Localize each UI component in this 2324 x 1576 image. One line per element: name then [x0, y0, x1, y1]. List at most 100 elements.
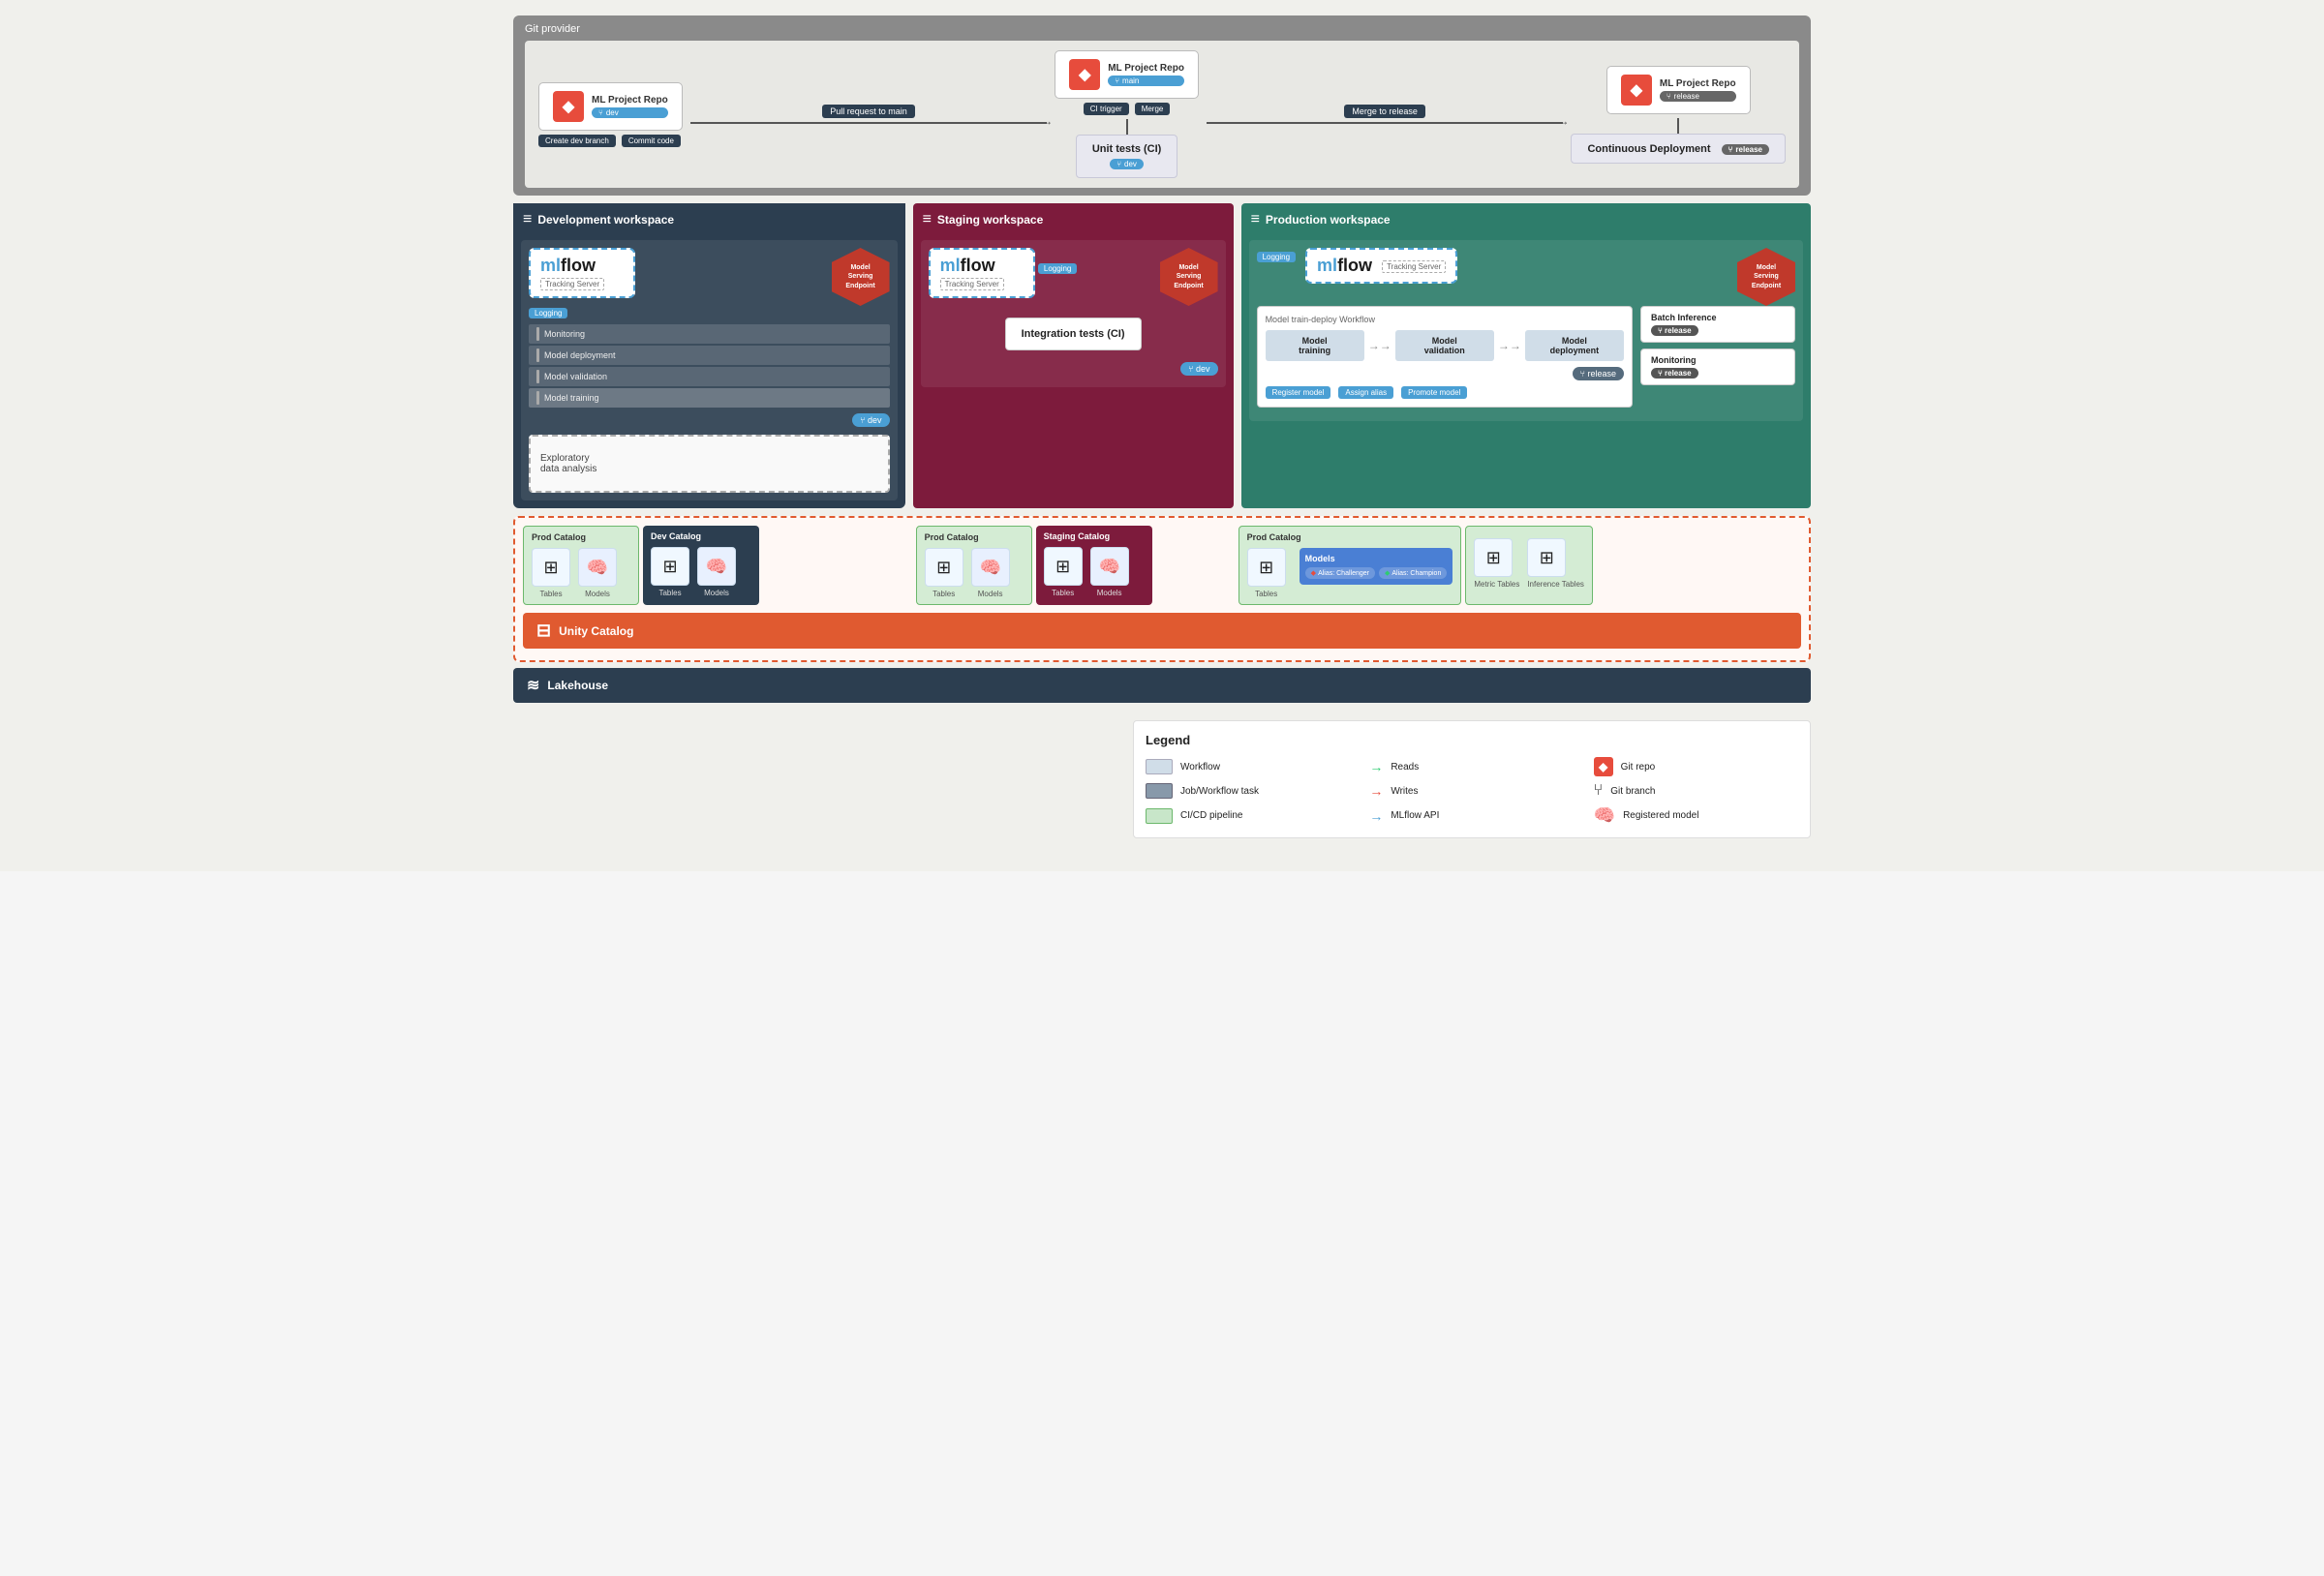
models-special-box: Models ◆ Alias: Challenger ◆ A: [1300, 548, 1453, 585]
legend-job-task-label: Job/Workflow task: [1180, 786, 1259, 797]
prod-extra-catalog: ⊞ Metric Tables ⊞ Inference Tables: [1465, 526, 1593, 605]
prod-catalogs: Prod Catalog ⊞ Tables Models: [1238, 526, 1801, 605]
staging-workspace-icon: ≡: [923, 211, 932, 228]
model-train-deploy-workflow: Model train-deploy Workflow Modeltrainin…: [1257, 306, 1633, 408]
batch-inference-box: Batch Inference ⑂ release: [1640, 306, 1795, 343]
dev-workspace-content: mlflow Tracking Server Logging ModelServ…: [513, 232, 905, 508]
alias-challenger: ◆ Alias: Challenger: [1305, 567, 1375, 579]
legend-git-branch: ⑂ Git branch: [1594, 782, 1798, 800]
prod-metric-tables-icon: ⊞: [1474, 538, 1513, 577]
monitoring-label: Monitoring: [1651, 355, 1697, 365]
staging-prod-models: 🧠 Models: [971, 548, 1010, 598]
staging-staging-models: 🧠 Models: [1090, 547, 1129, 597]
legend-registered-model-label: Registered model: [1623, 810, 1698, 821]
dev-dev-tables-label: Tables: [651, 589, 689, 597]
assign-alias-badge: Assign alias: [1338, 386, 1393, 399]
dev-dev-catalog: Dev Catalog ⊞ Tables 🧠 Models: [643, 526, 759, 605]
batch-inference-branch: ⑂ release: [1651, 325, 1698, 336]
ci-trigger-badges: CI trigger Merge: [1084, 103, 1171, 115]
dev-task-training: Model training: [529, 388, 890, 408]
staging-prod-catalog: Prod Catalog ⊞ Tables 🧠 Models: [916, 526, 1032, 605]
prod-models-special: Models ◆ Alias: Challenger ◆ A: [1300, 548, 1453, 598]
staging-staging-catalog-label: Staging Catalog: [1044, 531, 1145, 541]
staging-mlflow-area: mlflow Tracking Server Logging: [929, 248, 1078, 304]
legend-workflow-label: Workflow: [1180, 762, 1220, 773]
dev-dev-tables-icon: ⊞: [651, 547, 689, 586]
dev-tasks-list: Monitoring Model deployment Model valida…: [529, 324, 890, 408]
git-repo-icon-release: ◆: [1621, 75, 1652, 106]
staging-prod-tables-label: Tables: [925, 590, 963, 598]
staging-workspace-content: mlflow Tracking Server Logging ModelServ…: [913, 232, 1234, 395]
git-repo-icon-main: ◆: [1069, 59, 1100, 90]
staging-prod-catalog-label: Prod Catalog: [925, 532, 1024, 542]
batch-inference-label: Batch Inference: [1651, 313, 1717, 322]
legend-mlflow-api-label: MLflow API: [1391, 810, 1439, 821]
production-workspace: ≡ Production workspace Logging mlflow: [1241, 203, 1811, 508]
catalog-row: Prod Catalog ⊞ Tables 🧠 Models: [523, 526, 1801, 605]
legend-reads-arrow: →: [1369, 759, 1383, 774]
legend-grid: Workflow → Reads ◆ Git repo Job/Workflow…: [1146, 757, 1798, 826]
merge-badge: Merge: [1135, 103, 1171, 115]
prod-prod-catalog: Prod Catalog ⊞ Tables Models: [1238, 526, 1462, 605]
challenger-icon: ◆: [1311, 569, 1316, 577]
legend-cicd: CI/CD pipeline: [1146, 805, 1350, 826]
staging-workspace-label: ≡ Staging workspace: [913, 203, 1234, 232]
staging-prod-catalog-items: ⊞ Tables 🧠 Models: [925, 548, 1024, 598]
continuous-deployment-label: Continuous Deployment: [1587, 143, 1710, 155]
legend-registered-model: 🧠 Registered model: [1594, 805, 1798, 826]
staging-ws-header-row: mlflow Tracking Server Logging ModelServ…: [929, 248, 1218, 306]
production-workspace-inner: Logging mlflow Tracking Server ModelServ…: [1249, 240, 1803, 421]
legend-cicd-box: [1146, 808, 1173, 824]
production-workspace-label: ≡ Production workspace: [1241, 203, 1811, 232]
dev-dev-catalog-items: ⊞ Tables 🧠 Models: [651, 547, 751, 597]
dev-prod-models-label: Models: [578, 590, 617, 598]
prod-ws-header-row: Logging mlflow Tracking Server ModelServ…: [1257, 248, 1795, 306]
legend-git-repo: ◆ Git repo: [1594, 757, 1798, 776]
staging-workspace-inner: mlflow Tracking Server Logging ModelServ…: [921, 240, 1226, 387]
register-model-badge: Register model: [1266, 386, 1331, 399]
models-alias-row: ◆ Alias: Challenger ◆ Alias: Champion: [1305, 567, 1448, 579]
merge-release-badge: Merge to release: [1344, 105, 1425, 118]
workspaces-container: ≡ Development workspace mlflow Tracking: [513, 203, 1811, 508]
unity-catalog-icon: ⊟: [536, 621, 551, 641]
production-workspace-content: Logging mlflow Tracking Server ModelServ…: [1241, 232, 1811, 429]
staging-staging-tables-icon: ⊞: [1044, 547, 1083, 586]
dev-prod-tables-icon: ⊞: [532, 548, 570, 587]
staging-staging-models-label: Models: [1090, 589, 1129, 597]
legend-git-repo-icon: ◆: [1594, 757, 1613, 776]
workflow-arrow-1: →→: [1368, 339, 1391, 352]
create-dev-branch-badge: Create dev branch: [538, 135, 616, 147]
prod-prod-catalog-label: Prod Catalog: [1247, 532, 1453, 542]
monitoring-box: Monitoring ⑂ release: [1640, 349, 1795, 385]
dev-tracking-server: Tracking Server: [540, 278, 604, 290]
git-provider-label: Git provider: [525, 23, 1799, 35]
dev-workspace: ≡ Development workspace mlflow Tracking: [513, 203, 905, 508]
dev-prod-tables: ⊞ Tables: [532, 548, 570, 598]
legend-workflow-box: [1146, 759, 1173, 774]
prod-inference-tables-icon: ⊞: [1527, 538, 1566, 577]
prod-mlflow-logo: mlflow: [1317, 256, 1372, 276]
dev-task-validation: Model validation: [529, 367, 890, 386]
unit-tests-branch: ⑂ dev: [1110, 159, 1144, 169]
alias-champion: ◆ Alias: Champion: [1379, 567, 1447, 579]
staging-tracking-server: Tracking Server: [940, 278, 1004, 290]
task-bar: [536, 391, 539, 405]
cd-branch: ⑂ release: [1722, 144, 1769, 155]
prod-prod-tables-icon: ⊞: [1247, 548, 1286, 587]
dev-ws-header-row: mlflow Tracking Server Logging ModelServ…: [529, 248, 890, 318]
models-special-label: Models: [1305, 554, 1448, 563]
workflow-arrow-2: →→: [1498, 339, 1521, 352]
staging-staging-catalog: Staging Catalog ⊞ Tables 🧠 Models: [1036, 526, 1152, 605]
legend-workflow: Workflow: [1146, 757, 1350, 776]
legend-job-task: Job/Workflow task: [1146, 782, 1350, 800]
dev-prod-tables-label: Tables: [532, 590, 570, 598]
prod-model-serving: ModelServingEndpoint: [1737, 248, 1795, 306]
legend-section: Legend Workflow → Reads ◆ Git repo Job/W…: [1133, 720, 1811, 838]
legend-reads-label: Reads: [1391, 762, 1419, 773]
prod-metric-tables-label: Metric Tables: [1474, 580, 1519, 589]
workflow-step-training: Modeltraining: [1266, 330, 1364, 361]
dev-prod-catalog: Prod Catalog ⊞ Tables 🧠 Models: [523, 526, 639, 605]
prod-prod-catalog-items: ⊞ Tables Models ◆ Alias: Challenger: [1247, 548, 1453, 598]
staging-staging-models-icon: 🧠: [1090, 547, 1129, 586]
workflow-step-validation: Modelvalidation: [1395, 330, 1494, 361]
